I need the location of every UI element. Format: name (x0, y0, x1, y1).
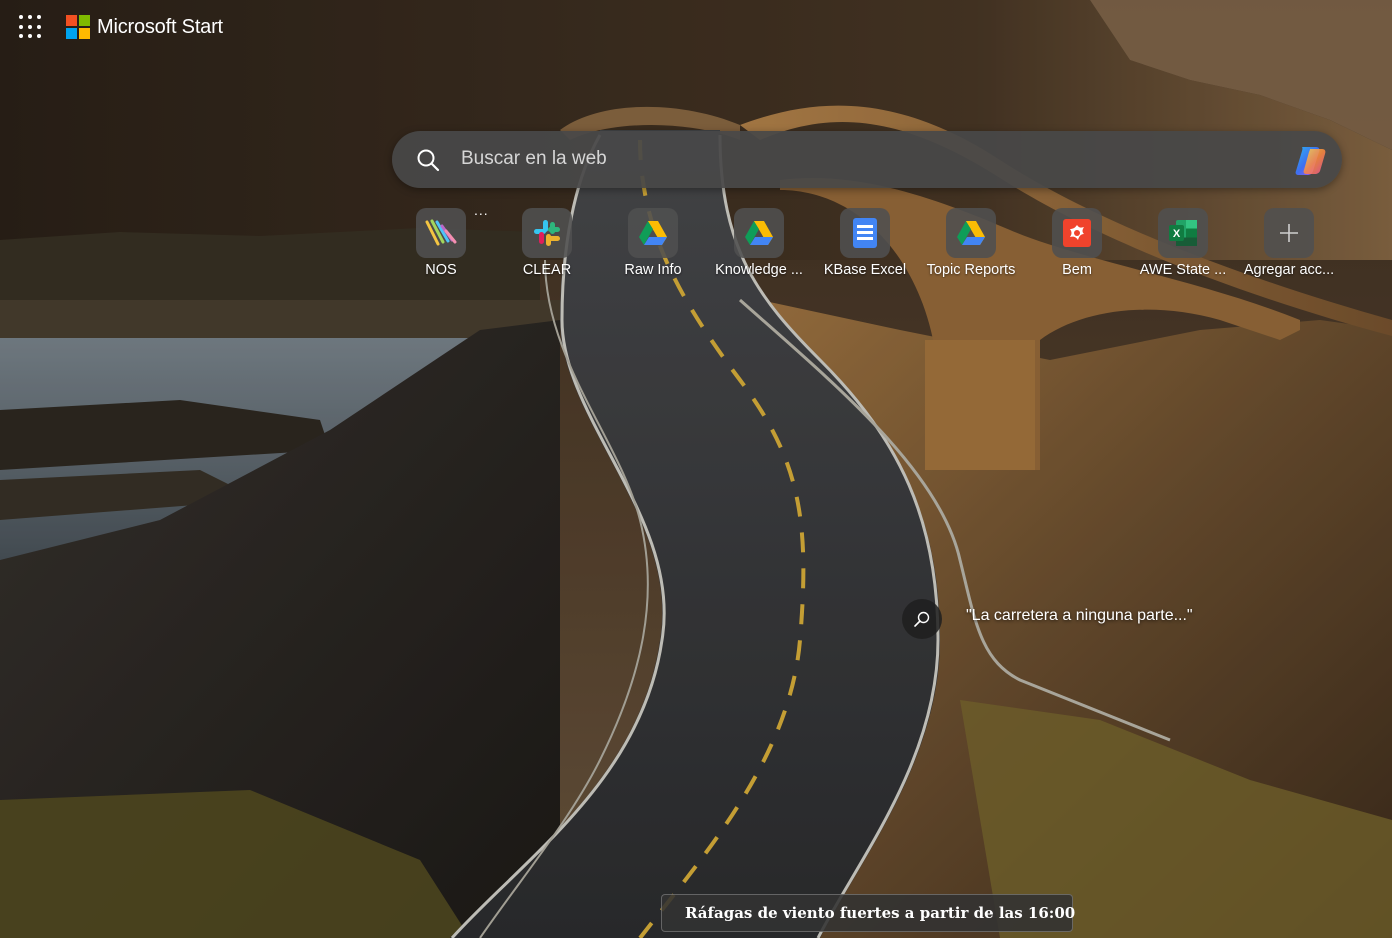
weather-alert[interactable]: Ráfagas de viento fuertes a partir de la… (661, 894, 1076, 932)
svg-text:X: X (1173, 228, 1181, 240)
google-drive-icon (639, 221, 667, 245)
search-icon[interactable] (416, 148, 440, 172)
quick-link-kbase-excel[interactable]: KBase Excel (812, 208, 918, 288)
tile-label: NOS (425, 262, 457, 278)
tile-label: Topic Reports (926, 262, 1016, 278)
tile-label: CLEAR (522, 262, 572, 278)
tile-icon-box (416, 208, 466, 258)
tile-icon-box (1052, 208, 1102, 258)
tile-label: KBase Excel (823, 262, 907, 278)
tile-label: Raw Info (624, 262, 682, 278)
microsoft-logo-icon (66, 15, 90, 39)
plus-icon (1280, 224, 1298, 242)
tile-label: Bem (1062, 262, 1092, 278)
excel-icon: X (1169, 220, 1197, 246)
quick-link-topic-reports[interactable]: Topic Reports (918, 208, 1024, 288)
nos-icon (425, 219, 457, 246)
tile-icon-box (946, 208, 996, 258)
background-caption[interactable]: "La carretera a ninguna parte..." (966, 607, 1193, 625)
copilot-icon[interactable] (1292, 141, 1330, 179)
quick-link-awe-state[interactable]: X AWE State ... (1130, 208, 1236, 288)
slack-icon (534, 220, 560, 246)
tile-more-options[interactable]: ... (474, 202, 489, 218)
add-shortcut-button[interactable]: Agregar acc... (1236, 208, 1342, 288)
quick-link-raw-info[interactable]: Raw Info (600, 208, 706, 288)
brand-logo-link[interactable]: Microsoft Start (66, 14, 223, 40)
waffle-grid-icon[interactable] (18, 14, 44, 40)
search-bar (392, 131, 1342, 188)
top-bar: Microsoft Start (0, 0, 1392, 54)
tile-label: Knowledge ... (715, 262, 803, 278)
tile-icon-box (840, 208, 890, 258)
search-input[interactable] (452, 139, 1272, 179)
quick-link-clear[interactable]: CLEAR (494, 208, 600, 288)
weather-alert-text: Ráfagas de viento fuertes a partir de la… (685, 904, 1076, 922)
tile-icon-box (628, 208, 678, 258)
tile-label: Agregar acc... (1243, 262, 1335, 278)
tile-icon-box (1264, 208, 1314, 258)
quick-link-nos[interactable]: NOS ... (388, 202, 494, 288)
tile-icon-box: X (1158, 208, 1208, 258)
google-drive-icon (957, 221, 985, 245)
brand-name: Microsoft Start (97, 15, 223, 38)
quick-link-bem[interactable]: Bem (1024, 208, 1130, 288)
quick-link-knowledge[interactable]: Knowledge ... (706, 208, 812, 288)
quick-links: NOS ... CLEAR Raw Info Knowledge ... KBa… (388, 202, 1348, 288)
tile-icon-box (522, 208, 572, 258)
google-docs-icon (853, 218, 877, 248)
image-search-button[interactable] (902, 599, 942, 639)
bem-icon (1063, 219, 1091, 247)
tile-icon-box (734, 208, 784, 258)
image-search-icon (914, 611, 930, 627)
google-drive-icon (745, 221, 773, 245)
tile-label: AWE State ... (1139, 262, 1227, 278)
